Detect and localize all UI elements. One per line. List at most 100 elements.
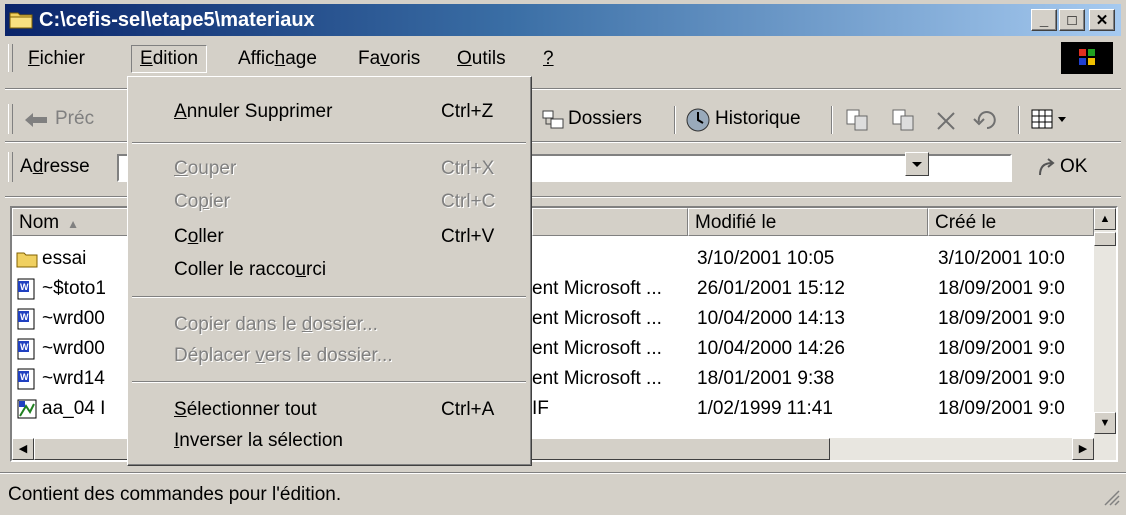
menu-item-annuler[interactable]: Annuler Supprimer Ctrl+Z xyxy=(128,97,531,127)
explorer-window: C:\cefis-sel\etape5\materiaux _ □ ✕ Fich… xyxy=(0,0,1126,515)
file-type: ent Microsoft ... xyxy=(532,368,662,389)
word-document-icon: W xyxy=(17,368,35,390)
menu-item-deplacer-vers[interactable]: Déplacer vers le dossier... xyxy=(128,341,531,371)
word-document-icon: W xyxy=(17,338,35,360)
file-modified: 10/04/2000 14:13 xyxy=(697,308,845,329)
file-type: ent Microsoft ... xyxy=(532,308,662,329)
go-button[interactable]: OK xyxy=(1030,154,1110,182)
menu-item-selectionner-tout[interactable]: Sélectionner tout Ctrl+A xyxy=(128,395,531,425)
menubar-grip[interactable] xyxy=(8,44,13,72)
maximize-icon: □ xyxy=(1067,12,1077,29)
arrow-left-icon: ◀ xyxy=(18,443,28,455)
column-header-type[interactable] xyxy=(532,208,688,236)
column-header-modified[interactable]: Modifié le xyxy=(688,208,928,236)
menu-item-coller[interactable]: Coller Ctrl+V xyxy=(128,222,531,252)
word-document-icon: W xyxy=(17,308,35,330)
menu-separator xyxy=(132,381,526,383)
arrow-down-icon: ▼ xyxy=(1099,417,1111,429)
file-type: IF xyxy=(532,398,549,419)
close-icon: ✕ xyxy=(1095,12,1109,29)
menu-edition[interactable]: Edition xyxy=(131,45,208,73)
separator xyxy=(0,472,1126,474)
file-created: 18/09/2001 9:0 xyxy=(938,278,1065,299)
menu-affichage[interactable]: Affichage xyxy=(230,46,325,72)
file-name: ~$toto1 xyxy=(42,278,106,299)
menu-item-couper[interactable]: Couper Ctrl+X xyxy=(128,154,531,184)
address-label: Adresse xyxy=(20,156,90,177)
file-modified: 3/10/2001 10:05 xyxy=(697,248,835,269)
undo-icon[interactable] xyxy=(973,110,999,132)
separator xyxy=(1018,106,1020,134)
menu-separator xyxy=(132,142,526,144)
file-name: ~wrd14 xyxy=(42,368,105,389)
views-icon xyxy=(1031,109,1066,129)
arrow-left-icon xyxy=(25,113,47,127)
menu-favoris[interactable]: Favoris xyxy=(350,46,428,72)
maximize-button[interactable]: □ xyxy=(1059,9,1085,31)
vertical-scroll-thumb[interactable] xyxy=(1094,232,1116,246)
title-bar[interactable]: C:\cefis-sel\etape5\materiaux _ □ ✕ xyxy=(5,4,1121,36)
svg-text:W: W xyxy=(20,342,29,352)
menu-item-copier-dans[interactable]: Copier dans le dossier... xyxy=(128,310,531,340)
file-created: 18/09/2001 9:0 xyxy=(938,338,1065,359)
menu-item-inverser-selection[interactable]: Inverser la sélection xyxy=(128,426,531,456)
minimize-icon: _ xyxy=(1039,12,1049,29)
resize-grip-icon[interactable] xyxy=(1102,488,1120,506)
file-name: ~wrd00 xyxy=(42,338,105,359)
folder-icon xyxy=(9,12,33,29)
window-title: C:\cefis-sel\etape5\materiaux xyxy=(39,9,315,31)
file-name: essai xyxy=(42,248,87,269)
menu-item-copier[interactable]: Copier Ctrl+C xyxy=(128,187,531,217)
history-button[interactable]: Historique xyxy=(685,102,825,134)
move-to-icon[interactable] xyxy=(845,108,871,132)
file-created: 3/10/2001 10:0 xyxy=(938,248,1065,269)
back-button[interactable]: Préc xyxy=(25,104,135,134)
close-button[interactable]: ✕ xyxy=(1089,9,1115,31)
go-arrow-icon xyxy=(1039,158,1055,176)
arrow-right-icon: ▶ xyxy=(1078,443,1088,455)
toolbar-grip[interactable] xyxy=(8,104,13,134)
svg-text:W: W xyxy=(20,282,29,292)
file-modified: 1/02/1999 11:41 xyxy=(697,398,833,419)
menu-fichier[interactable]: Fichier xyxy=(20,46,93,72)
menu-aide[interactable]: ? xyxy=(535,46,562,72)
scroll-left-button[interactable]: ◀ xyxy=(12,438,34,460)
views-button[interactable] xyxy=(1030,106,1070,134)
file-name: aa_04 I xyxy=(42,398,106,419)
edit-menu-dropdown: Annuler Supprimer Ctrl+Z Couper Ctrl+X Cop… xyxy=(127,76,532,466)
scroll-down-button[interactable]: ▼ xyxy=(1094,412,1116,434)
address-dropdown-button[interactable] xyxy=(905,152,929,176)
file-type: ent Microsoft ... xyxy=(532,338,662,359)
folders-button[interactable]: Dossiers xyxy=(542,102,667,134)
file-name: ~wrd00 xyxy=(42,308,105,329)
addressbar-grip[interactable] xyxy=(8,152,13,182)
folders-icon xyxy=(542,110,564,129)
scroll-right-button[interactable]: ▶ xyxy=(1072,438,1094,460)
file-type: ent Microsoft ... xyxy=(532,278,662,299)
windows-flag-icon xyxy=(1079,49,1095,65)
history-icon xyxy=(686,108,710,132)
file-modified: 18/01/2001 9:38 xyxy=(697,368,835,389)
image-file-icon xyxy=(17,399,37,419)
status-text: Contient des commandes pour l'édition. xyxy=(8,484,342,505)
menu-separator xyxy=(132,296,526,298)
separator xyxy=(831,106,833,134)
column-header-created[interactable]: Créé le xyxy=(928,208,1094,236)
scroll-up-button[interactable]: ▲ xyxy=(1094,208,1116,230)
vertical-scrollbar[interactable]: ▲ ▼ xyxy=(1094,208,1116,460)
windows-logo xyxy=(1061,42,1113,74)
minimize-button[interactable]: _ xyxy=(1031,9,1057,31)
file-created: 18/09/2001 9:0 xyxy=(938,308,1065,329)
copy-to-icon[interactable] xyxy=(891,108,917,132)
chevron-down-icon xyxy=(912,162,922,167)
folder-icon xyxy=(16,252,38,268)
menu-bar: Fichier Edition Affichage Favoris Outils… xyxy=(5,40,1121,76)
svg-text:W: W xyxy=(20,372,29,382)
menu-outils[interactable]: Outils xyxy=(449,46,514,72)
menu-item-coller-raccourci[interactable]: Coller le raccourci xyxy=(128,255,531,285)
file-modified: 26/01/2001 15:12 xyxy=(697,278,845,299)
word-document-icon: W xyxy=(17,278,35,300)
sort-ascending-icon: ▲ xyxy=(67,217,80,231)
svg-text:W: W xyxy=(20,312,29,322)
delete-icon[interactable] xyxy=(935,110,957,132)
